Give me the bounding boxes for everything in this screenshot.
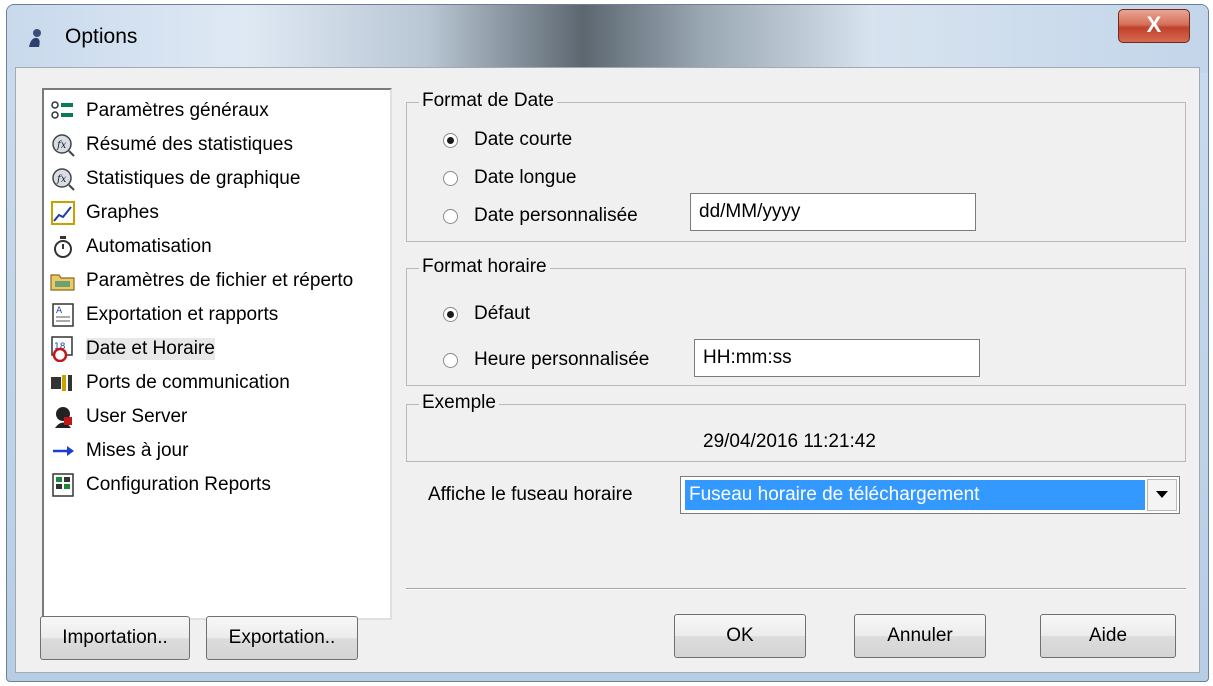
date-format-title: Format de Date — [419, 90, 557, 112]
nav-item-ports-communication[interactable]: Ports de communication — [50, 368, 290, 398]
nav-item-resume-statistiques[interactable]: fx Résumé des statistiques — [50, 130, 293, 160]
chevron-down-icon — [1156, 491, 1168, 498]
example-group: Exemple 29/04/2016 11:21:42 — [406, 392, 1186, 462]
port-icon — [50, 370, 76, 396]
ok-button[interactable]: OK — [674, 614, 806, 658]
radio-label: Date longue — [474, 167, 577, 188]
radio-label: Défaut — [474, 303, 530, 324]
radio-defaut[interactable]: Défaut — [443, 303, 530, 325]
custom-time-input[interactable] — [694, 339, 980, 377]
radio-button[interactable] — [443, 170, 458, 186]
timezone-select[interactable]: Fuseau horaire de téléchargement — [680, 476, 1180, 514]
nav-item-label: Automatisation — [86, 236, 212, 257]
time-format-group: Format horaire Défaut Heure personnalisé… — [406, 256, 1186, 386]
folder-icon — [50, 268, 76, 294]
nav-item-label: Mises à jour — [86, 440, 189, 461]
fx-magnifier-icon: fx — [50, 132, 76, 158]
help-button[interactable]: Aide — [1040, 614, 1176, 658]
radio-button[interactable] — [443, 306, 458, 322]
dialog-client-area: Paramètres généraux fx Résumé des statis… — [15, 67, 1200, 673]
nav-item-automatisation[interactable]: Automatisation — [50, 232, 212, 262]
nav-item-label: User Server — [86, 406, 188, 427]
radio-date-courte[interactable]: Date courte — [443, 129, 572, 151]
close-button[interactable]: X — [1118, 9, 1190, 43]
dropdown-arrow-button[interactable] — [1147, 479, 1177, 511]
custom-date-input[interactable] — [690, 193, 976, 231]
app-icon — [29, 29, 41, 47]
nav-item-statistiques-graphique[interactable]: fx Statistiques de graphique — [50, 164, 300, 194]
example-title: Exemple — [419, 392, 499, 414]
radio-heure-personnalisee[interactable]: Heure personnalisée — [443, 349, 649, 371]
nav-item-parametres-generaux[interactable]: Paramètres généraux — [50, 96, 269, 126]
svg-text:fx: fx — [56, 174, 67, 185]
nav-item-label: Exportation et rapports — [86, 304, 279, 325]
fx-magnifier-icon: fx — [50, 166, 76, 192]
radio-button[interactable] — [443, 208, 458, 224]
radio-label: Date courte — [474, 129, 573, 150]
title-bar[interactable]: Options X — [7, 5, 1208, 73]
settings-list-icon — [50, 98, 76, 124]
import-button[interactable]: Importation.. — [40, 616, 190, 660]
nav-item-mises-a-jour[interactable]: Mises à jour — [50, 436, 188, 466]
example-value: 29/04/2016 11:21:42 — [703, 431, 876, 452]
user-server-icon — [50, 404, 76, 430]
timezone-selected-value: Fuseau horaire de téléchargement — [685, 480, 1145, 510]
radio-label: Heure personnalisée — [474, 349, 650, 370]
window-title: Options — [65, 25, 138, 48]
svg-text:A: A — [56, 306, 63, 316]
nav-item-label: Graphes — [86, 202, 159, 223]
timezone-label: Affiche le fuseau horaire — [428, 484, 633, 505]
spreadsheet-icon — [50, 472, 76, 498]
radio-button[interactable] — [443, 132, 458, 148]
nav-item-label: Paramètres généraux — [86, 100, 269, 121]
nav-item-label: Résumé des statistiques — [86, 134, 293, 155]
radio-label: Date personnalisée — [474, 205, 638, 226]
nav-item-label: Statistiques de graphique — [86, 168, 301, 189]
radio-date-personnalisee[interactable]: Date personnalisée — [443, 205, 638, 227]
arrow-right-icon — [50, 438, 76, 464]
calendar-clock-icon: 18 — [50, 336, 76, 362]
options-window: Options X Paramètres généraux fx Résumé … — [6, 4, 1209, 682]
nav-item-label: Date et Horaire — [86, 338, 215, 360]
nav-item-label: Paramètres de fichier et réperto — [86, 270, 354, 291]
nav-item-user-server[interactable]: User Server — [50, 402, 187, 432]
graph-icon — [50, 200, 76, 226]
options-category-list[interactable]: Paramètres généraux fx Résumé des statis… — [42, 88, 392, 620]
stopwatch-icon — [50, 234, 76, 260]
nav-item-configuration-reports[interactable]: Configuration Reports — [50, 470, 271, 500]
cancel-button[interactable]: Annuler — [854, 614, 986, 658]
report-icon: A — [50, 302, 76, 328]
separator-line — [406, 588, 1186, 590]
nav-item-label: Ports de communication — [86, 372, 290, 393]
nav-item-graphes[interactable]: Graphes — [50, 198, 159, 228]
nav-item-parametres-fichier[interactable]: Paramètres de fichier et réperto — [50, 266, 353, 296]
radio-date-longue[interactable]: Date longue — [443, 167, 576, 189]
date-format-group: Format de Date Date courte Date longue D… — [406, 90, 1186, 242]
nav-item-date-horaire[interactable]: 18 Date et Horaire — [50, 334, 215, 364]
svg-text:fx: fx — [56, 140, 67, 151]
time-format-title: Format horaire — [419, 256, 550, 278]
radio-button[interactable] — [443, 352, 458, 368]
nav-item-exportation-rapports[interactable]: A Exportation et rapports — [50, 300, 278, 330]
nav-item-label: Configuration Reports — [86, 474, 271, 495]
export-button[interactable]: Exportation.. — [206, 616, 358, 660]
